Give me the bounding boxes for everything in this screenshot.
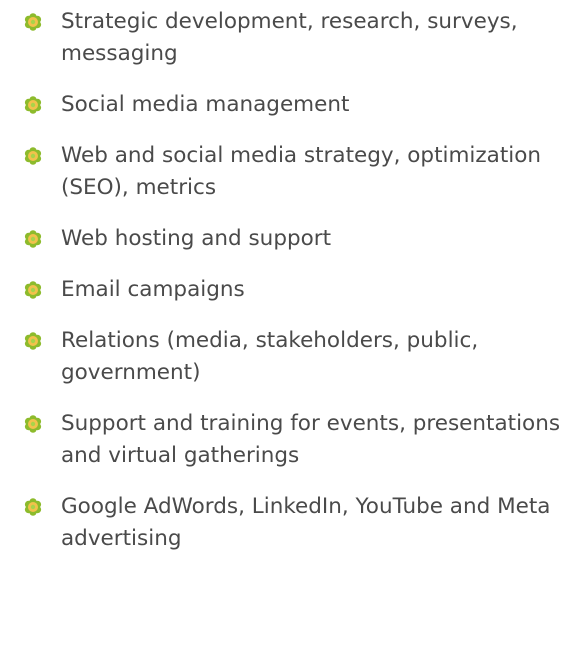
list-item-label: Web and social media strategy, optimizat…: [61, 143, 542, 200]
list-item-label: Relations (media, stakeholders, public, …: [61, 328, 479, 385]
flower-bullet-icon: [23, 280, 43, 300]
list-item-label: Google AdWords, LinkedIn, YouTube and Me…: [61, 494, 551, 551]
list-item-label: Support and training for events, present…: [61, 411, 561, 468]
list-item-label: Strategic development, research, surveys…: [61, 9, 518, 66]
flower-bullet-icon: [23, 331, 43, 351]
list-item: Google AdWords, LinkedIn, YouTube and Me…: [0, 491, 584, 555]
flower-bullet-icon: [23, 12, 43, 32]
flower-bullet-icon: [23, 146, 43, 166]
flower-bullet-icon: [23, 497, 43, 517]
list-item: Relations (media, stakeholders, public, …: [0, 325, 584, 389]
flower-bullet-icon: [23, 95, 43, 115]
list-item-label: Web hosting and support: [61, 226, 332, 251]
services-list: Strategic development, research, surveys…: [0, 0, 584, 555]
list-item: Email campaigns: [0, 274, 584, 306]
list-item-label: Email campaigns: [61, 277, 245, 302]
flower-bullet-icon: [23, 414, 43, 434]
list-item: Web and social media strategy, optimizat…: [0, 140, 584, 204]
list-item-label: Social media management: [61, 92, 350, 117]
list-item: Social media management: [0, 89, 584, 121]
list-item: Support and training for events, present…: [0, 408, 584, 472]
list-item: Web hosting and support: [0, 223, 584, 255]
list-item: Strategic development, research, surveys…: [0, 6, 584, 70]
flower-bullet-icon: [23, 229, 43, 249]
